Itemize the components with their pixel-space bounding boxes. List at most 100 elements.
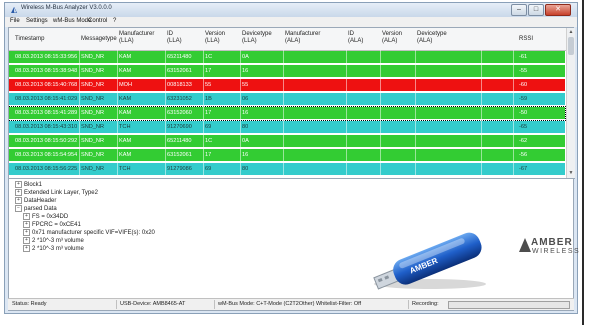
table-cell: 08.03.2013 08:15:54:954 [15,152,78,158]
table-cell: -60 [519,82,528,88]
column-header[interactable]: Devicetype (ALA) [417,31,447,45]
menu-wmbus-mode[interactable]: wM-Bus Mode [53,18,91,24]
recording-progress-bar [448,301,570,309]
table-cell: SND_NR [81,124,105,130]
tree-node[interactable]: + Extended Link Layer, Type2 [15,189,98,196]
column-header[interactable]: ID (LLA) [167,31,182,45]
menu-bar: File Settings wM-Bus Mode Control ? [5,17,577,27]
table-cell: 00818133 [167,82,192,88]
collapse-icon[interactable]: − [15,205,22,212]
table-cell: 16 [242,68,249,74]
tree-node-label: DataHeader [24,198,57,205]
column-divider [79,50,80,178]
table-cell: 08.03.2013 08:15:40:768 [15,82,78,88]
scroll-up-icon[interactable]: ▲ [568,29,574,35]
table-cell: -61 [519,54,528,60]
table-cell: 1C [205,138,213,144]
column-divider [346,50,347,178]
usb-stick-image: AMBER [373,232,486,290]
tree-node[interactable]: + FS = 0x34DD [23,213,68,220]
maximize-button[interactable]: □ [528,4,544,16]
tree-node[interactable]: +2 *10^-3 m³ volume [23,237,84,244]
table-cell: KAM [119,68,132,74]
tree-node-label: 2 *10^-3 m³ volume [32,238,84,245]
tree-node-label: 2 *10^-3 m³ volume [32,246,84,253]
window-title: Wireless M-Bus Analyzer V3.0.0.0 [21,5,112,11]
table-cell: SND_NR [81,82,105,88]
table-cell: TCH [119,166,131,172]
column-header[interactable]: Version (ALA) [382,31,402,45]
tree-node[interactable]: +2 *10^-3 m³ volume [23,245,84,252]
tree-node-label: 0x71 manufacturer specific VIF=VIFE(s): … [32,230,155,237]
table-cell: 55 [242,82,249,88]
amber-wireless-logo: AMBER WIRELESS [519,237,579,261]
expand-icon[interactable]: + [15,189,22,196]
table-cell: SND_NR [81,54,105,60]
table-cell: KAM [119,96,132,102]
column-header[interactable]: ID (ALA) [348,31,363,45]
tree-node[interactable]: + Block1 [15,181,42,188]
expand-icon[interactable]: + [23,213,30,220]
table-cell: KAM [119,152,132,158]
scroll-down-icon[interactable]: ▼ [568,170,574,176]
tree-node-label: Block1 [24,182,43,189]
menu-help[interactable]: ? [113,18,116,24]
table-header: Timestamp Messagetype Manufacturer (LLA) ID… [9,28,575,51]
column-divider [481,50,482,178]
menu-settings[interactable]: Settings [26,18,48,24]
menu-control[interactable]: Control [88,18,107,24]
table-cell: KAM [119,110,132,116]
table-cell: 16 [242,152,249,158]
title-bar[interactable]: ◭ Wireless M-Bus Analyzer V3.0.0.0 – □ ✕ [5,3,577,17]
expand-icon[interactable]: + [23,237,30,244]
status-ready: Status: Ready [12,301,47,307]
column-header[interactable]: Devicetype (LLA) [242,31,272,45]
column-divider [240,50,241,178]
column-header[interactable]: Messagetype [81,36,117,43]
expand-icon[interactable]: + [23,245,30,252]
tree-node-label: parsed Data [24,206,57,213]
table-scrollbar[interactable]: ▲ ▼ [566,28,575,178]
table-cell: 91279086 [167,166,192,172]
status-recording-label: Recording: [412,301,439,307]
table-cell: 63152061 [167,152,192,158]
table-cell: 08.03.2013 08:15:38:948 [15,68,78,74]
column-header[interactable]: Manufacturer (LLA) [119,31,154,45]
table-cell: 69 [205,166,212,172]
expand-icon[interactable]: + [23,229,30,236]
column-divider [203,50,204,178]
tree-node[interactable]: + DataHeader [15,197,56,204]
column-header[interactable]: Manufacturer (ALA) [285,31,320,45]
table-cell: KAM [119,54,132,60]
table-cell: -55 [519,68,528,74]
expand-icon[interactable]: + [23,221,30,228]
table-cell: -50 [519,110,528,116]
status-usb-device: USB-Device: AMB8465-AT [120,301,186,307]
table-cell: SND_NR [81,96,105,102]
menu-file[interactable]: File [10,18,20,24]
minimize-button[interactable]: – [511,4,527,16]
expand-icon[interactable]: + [15,197,22,204]
tree-node[interactable]: +0x71 manufacturer specific VIF=VIFE(s):… [23,229,155,236]
table-cell: KAM [119,138,132,144]
table-cell: 1B [205,96,212,102]
column-header[interactable]: Version (LLA) [205,31,225,45]
app-icon: ◭ [11,5,18,14]
column-header[interactable]: RSSI [519,36,533,43]
close-button[interactable]: ✕ [545,4,571,16]
scroll-thumb[interactable] [568,37,574,55]
table-cell: -65 [519,124,528,130]
table-cell: 63152061 [167,68,192,74]
tree-node[interactable]: − parsed Data [15,205,57,212]
table-cell: 17 [205,68,212,74]
expand-icon[interactable]: + [15,181,22,188]
table-cell: 80 [242,166,249,172]
tree-node[interactable]: + FPCRC = 0xCE41 [23,221,81,228]
column-header[interactable]: Timestamp [15,36,44,43]
table-cell: 0A [242,54,249,60]
table-cell: 91270690 [167,124,192,130]
table-cell: 08.03.2013 08:15:41:029 [15,96,78,102]
telegram-table[interactable]: Timestamp Messagetype Manufacturer (LLA) ID… [9,28,575,179]
table-cell: SND_NR [81,152,105,158]
table-cell: -59 [519,96,528,102]
